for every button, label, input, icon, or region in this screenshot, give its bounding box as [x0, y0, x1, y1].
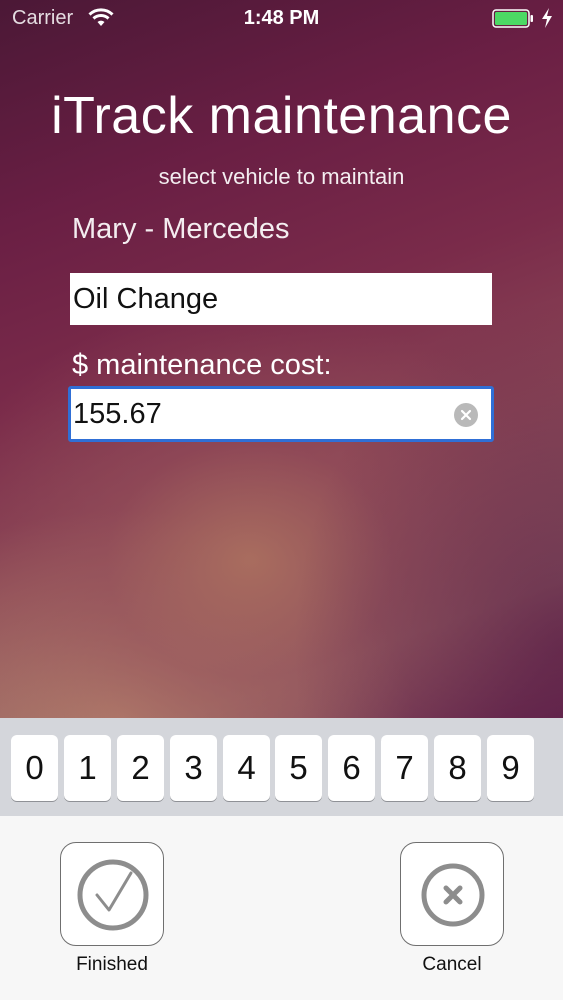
clear-text-button[interactable] — [454, 403, 478, 427]
number-keypad: 0 1 2 3 4 5 6 7 8 9 — [0, 718, 563, 816]
finished-button[interactable] — [60, 842, 164, 946]
key-5[interactable]: 5 — [275, 735, 322, 801]
key-6[interactable]: 6 — [328, 735, 375, 801]
cost-input[interactable] — [71, 389, 443, 439]
cost-label: $ maintenance cost: — [72, 349, 332, 381]
selected-vehicle-label[interactable]: Mary - Mercedes — [72, 213, 290, 246]
battery-icon — [492, 9, 533, 28]
cost-field-container — [68, 386, 494, 442]
action-bar: Finished Cancel — [0, 816, 563, 1000]
app-screen: Carrier 1:48 PM iTrack maintenance selec… — [0, 0, 563, 1000]
key-2[interactable]: 2 — [117, 735, 164, 801]
app-title: iTrack maintenance — [51, 87, 512, 145]
key-9[interactable]: 9 — [487, 735, 534, 801]
checkmark-icon — [77, 859, 149, 931]
key-1[interactable]: 1 — [64, 735, 111, 801]
status-bar: Carrier 1:48 PM — [0, 0, 563, 38]
key-7[interactable]: 7 — [381, 735, 428, 801]
charging-bolt-icon — [542, 8, 552, 28]
key-0[interactable]: 0 — [11, 735, 58, 801]
key-3[interactable]: 3 — [170, 735, 217, 801]
status-time: 1:48 PM — [243, 7, 320, 29]
finished-label[interactable]: Finished — [52, 954, 172, 976]
cancel-label[interactable]: Cancel — [392, 954, 512, 976]
app-subtitle: select vehicle to maintain — [158, 164, 405, 189]
clear-x-icon — [460, 409, 472, 421]
cancel-button[interactable] — [400, 842, 504, 946]
key-8[interactable]: 8 — [434, 735, 481, 801]
maintenance-type-input[interactable] — [70, 273, 492, 325]
close-circle-icon — [421, 863, 485, 927]
key-4[interactable]: 4 — [223, 735, 270, 801]
